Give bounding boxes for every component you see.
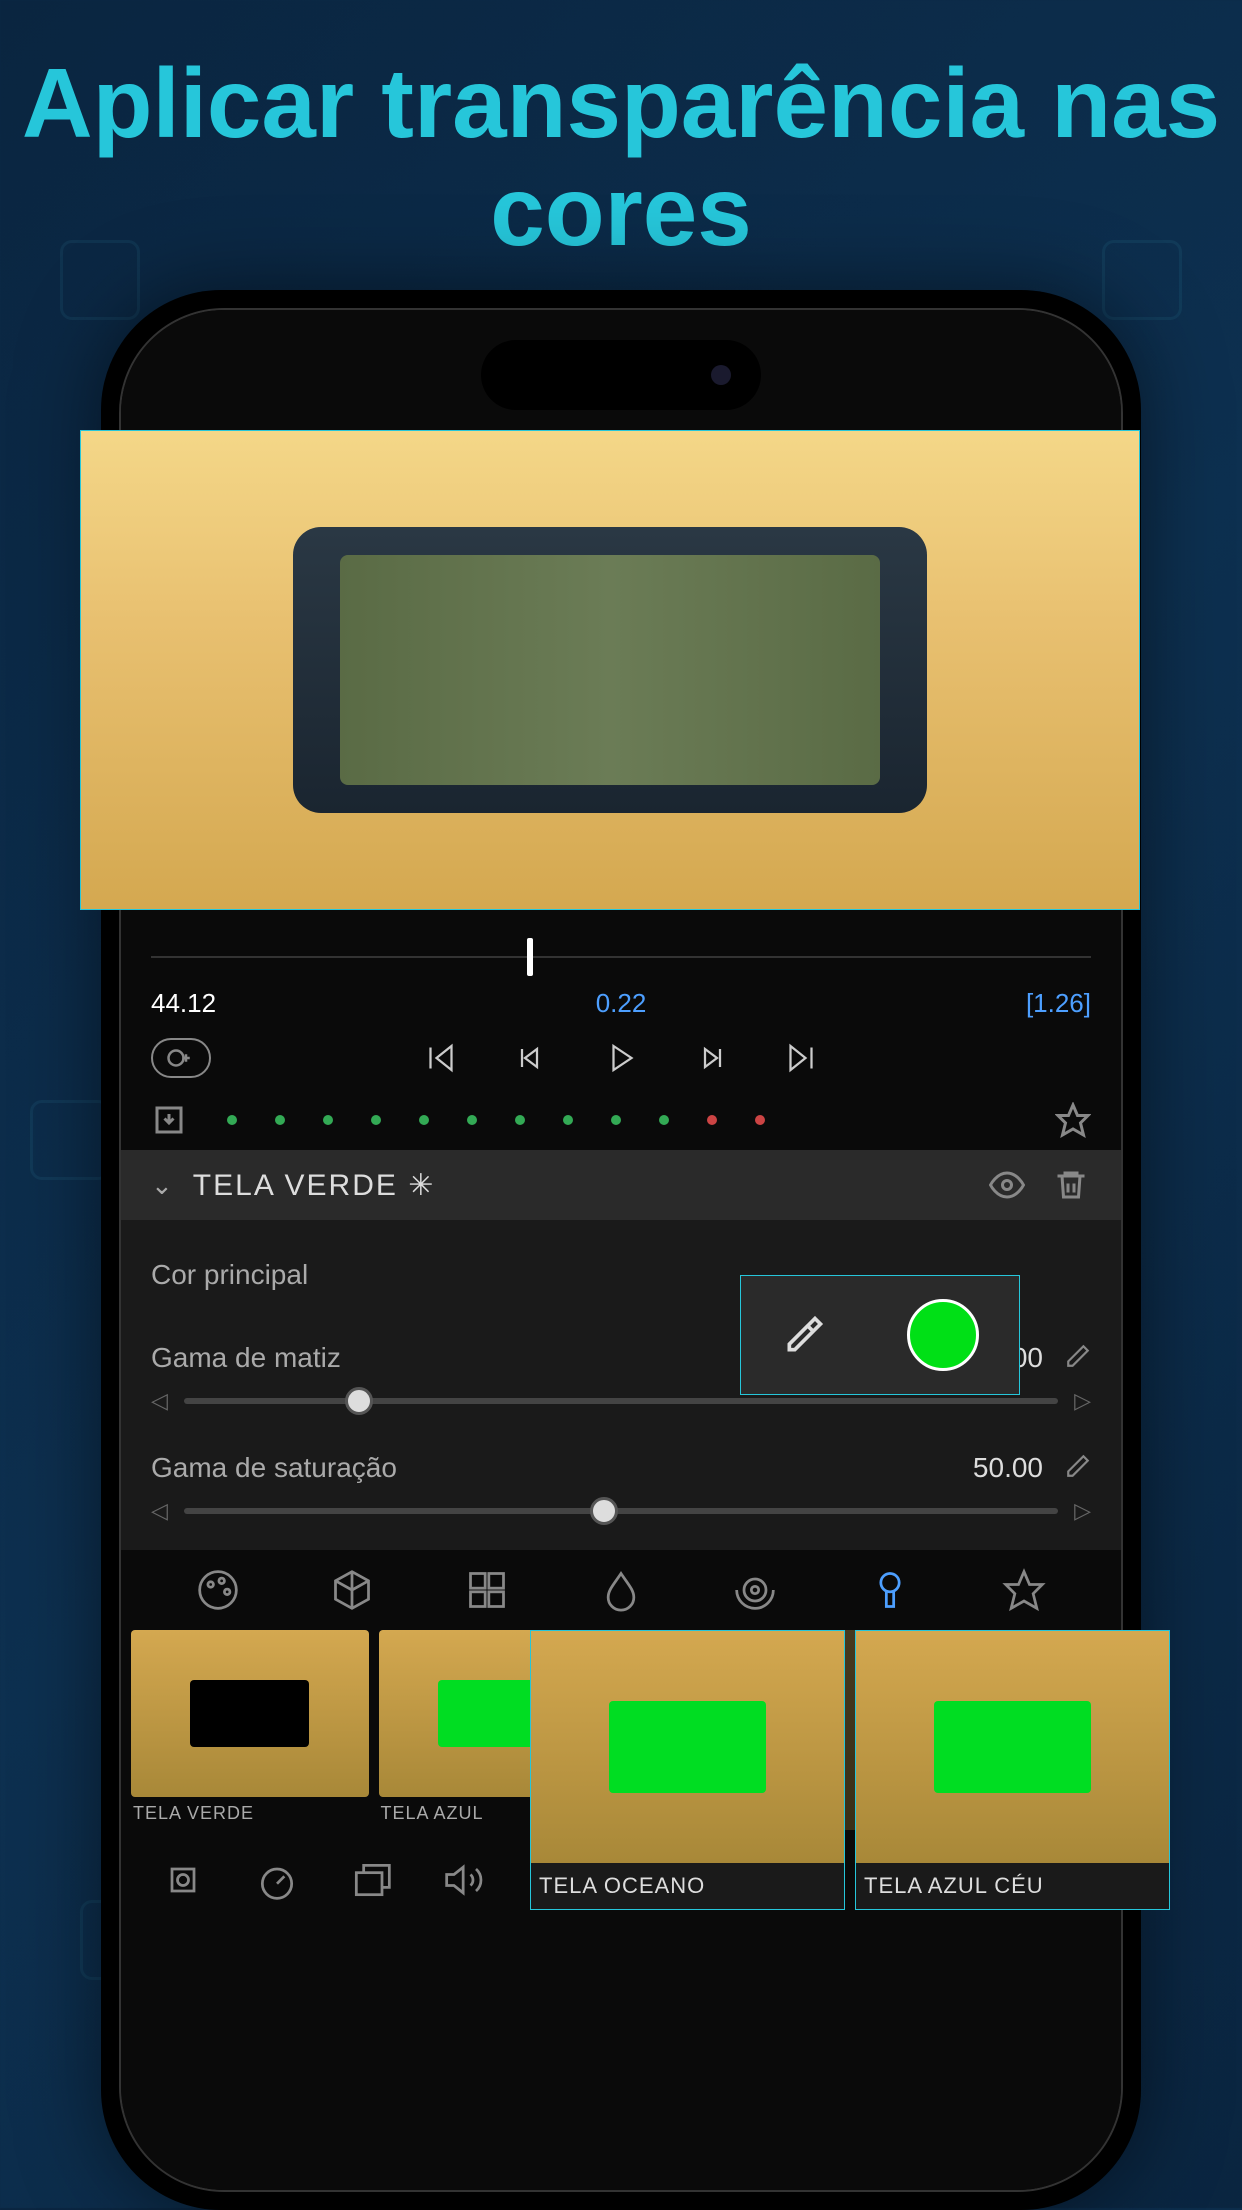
- time-display-row: 44.12 0.22 [1.26]: [151, 988, 1091, 1019]
- saturation-range-label: Gama de saturação: [151, 1452, 397, 1484]
- eyedropper-icon[interactable]: [782, 1313, 826, 1357]
- key-color-swatch[interactable]: [907, 1299, 979, 1371]
- preset-label: TELA AZUL CÉU: [856, 1863, 1169, 1909]
- total-duration: [1.26]: [1026, 988, 1091, 1019]
- keyframe-marker[interactable]: [707, 1115, 717, 1125]
- video-preview-callout: [80, 430, 1140, 910]
- speed-icon[interactable]: [255, 1858, 299, 1902]
- transport-controls: [151, 1028, 1091, 1088]
- keyframe-marker[interactable]: [275, 1115, 285, 1125]
- frame-back-button[interactable]: [511, 1038, 551, 1078]
- decrement-arrow[interactable]: ◁: [151, 1388, 168, 1414]
- keyframe-marker[interactable]: [611, 1115, 621, 1125]
- increment-arrow[interactable]: ▷: [1074, 1498, 1091, 1524]
- chevron-down-icon: ⌄: [151, 1170, 173, 1201]
- add-layer-button[interactable]: [151, 1038, 211, 1078]
- increment-arrow[interactable]: ▷: [1074, 1388, 1091, 1414]
- keyframe-marker[interactable]: [371, 1115, 381, 1125]
- marketing-headline: Aplicar transparência nas cores: [0, 50, 1242, 266]
- preset-label: TELA OCEANO: [531, 1863, 844, 1909]
- cube-tab[interactable]: [328, 1566, 376, 1614]
- timeline-scrubber[interactable]: [151, 938, 1091, 978]
- dynamic-island: [481, 340, 761, 410]
- effect-title: TELA VERDE ✳: [193, 1168, 967, 1203]
- frame-number: 44.12: [151, 988, 216, 1019]
- frame-forward-button[interactable]: [691, 1038, 731, 1078]
- crop-icon[interactable]: [161, 1858, 205, 1902]
- play-button[interactable]: [601, 1038, 641, 1078]
- saturation-range-value: 50.00: [973, 1452, 1043, 1484]
- delete-effect-button[interactable]: [1051, 1165, 1091, 1205]
- grid-tab[interactable]: [463, 1566, 511, 1614]
- effect-visibility-icon[interactable]: [987, 1165, 1027, 1205]
- hue-slider[interactable]: [184, 1398, 1058, 1404]
- playhead[interactable]: [527, 938, 533, 976]
- keyframe-marker[interactable]: [323, 1115, 333, 1125]
- keyframe-marker[interactable]: [419, 1115, 429, 1125]
- import-icon[interactable]: [151, 1102, 187, 1138]
- blur-tab[interactable]: [597, 1566, 645, 1614]
- preset-large-item[interactable]: TELA AZUL CÉU: [855, 1630, 1170, 1910]
- saturation-range-row: Gama de saturação 50.00 ◁ ▷: [121, 1440, 1121, 1550]
- preset-large-item[interactable]: TELA OCEANO: [530, 1630, 845, 1910]
- keyframe-marker[interactable]: [227, 1115, 237, 1125]
- skip-back-button[interactable]: [421, 1038, 461, 1078]
- decrement-arrow[interactable]: ◁: [151, 1498, 168, 1524]
- palette-tab[interactable]: [194, 1566, 242, 1614]
- markers-row: [151, 1100, 1091, 1140]
- favorite-icon[interactable]: [1055, 1102, 1091, 1138]
- saturation-slider[interactable]: [184, 1508, 1058, 1514]
- key-tab[interactable]: [866, 1566, 914, 1614]
- clip-time: 0.22: [596, 988, 647, 1019]
- keyframe-marker[interactable]: [515, 1115, 525, 1125]
- slider-thumb[interactable]: [590, 1497, 618, 1525]
- spiral-tab[interactable]: [731, 1566, 779, 1614]
- keyframe-marker[interactable]: [467, 1115, 477, 1125]
- tool-category-tabs: [121, 1550, 1121, 1630]
- preset-callout: TELA OCEANO TELA AZUL CÉU: [530, 1630, 1170, 1910]
- skip-forward-button[interactable]: [781, 1038, 821, 1078]
- preset-label: TELA VERDE: [131, 1797, 369, 1830]
- preset-item[interactable]: TELA VERDE: [131, 1630, 369, 1830]
- edit-value-icon[interactable]: [1065, 1453, 1091, 1484]
- keyframe-marker[interactable]: [563, 1115, 573, 1125]
- volume-icon[interactable]: [443, 1858, 487, 1902]
- keyframe-marker[interactable]: [659, 1115, 669, 1125]
- slider-thumb[interactable]: [345, 1387, 373, 1415]
- star-tab[interactable]: [1000, 1566, 1048, 1614]
- hue-range-label: Gama de matiz: [151, 1342, 341, 1374]
- effect-panel-header[interactable]: ⌄ TELA VERDE ✳: [121, 1150, 1121, 1220]
- layers-icon[interactable]: [349, 1858, 393, 1902]
- color-picker-callout: [740, 1275, 1020, 1395]
- keyframe-marker[interactable]: [755, 1115, 765, 1125]
- edit-value-icon[interactable]: [1065, 1343, 1091, 1374]
